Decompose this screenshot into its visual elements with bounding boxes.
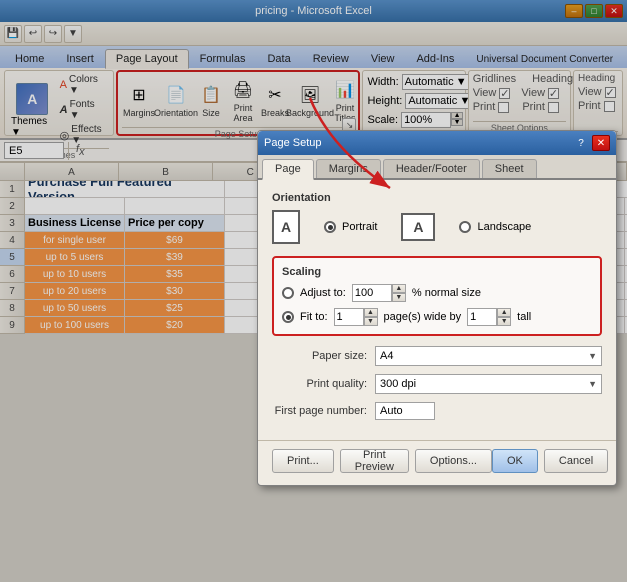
portrait-label: Portrait <box>342 221 377 233</box>
dialog-close-button[interactable]: ✕ <box>592 135 610 151</box>
dialog-title-buttons: ? ✕ <box>572 135 610 151</box>
fit-tall-down-button[interactable]: ▼ <box>497 317 511 326</box>
dialog-footer-left: Print... Print Preview Options... <box>272 449 492 473</box>
fit-to-radio[interactable] <box>282 311 294 323</box>
paper-size-arrow: ▼ <box>588 351 597 361</box>
landscape-radio[interactable] <box>459 221 471 233</box>
fit-wide-spinners: ▲ ▼ <box>364 308 378 326</box>
adjust-input-group: 100 ▲ ▼ <box>352 284 406 302</box>
print-quality-arrow: ▼ <box>588 379 597 389</box>
adjust-to-row: Adjust to: 100 ▲ ▼ % normal size <box>282 284 592 302</box>
print-quality-dropdown[interactable]: 300 dpi ▼ <box>375 374 602 394</box>
portrait-icon: A <box>272 210 300 244</box>
landscape-option[interactable]: A <box>401 213 435 241</box>
adjust-down-button[interactable]: ▼ <box>392 293 406 302</box>
fit-wide-input[interactable]: 1 <box>334 308 364 326</box>
dialog-footer-right: OK Cancel <box>492 449 608 473</box>
dialog-tab-margins[interactable]: Margins <box>316 159 381 178</box>
fit-wide-input-group: 1 ▲ ▼ <box>334 308 378 326</box>
dialog-footer: Print... Print Preview Options... OK Can… <box>258 440 616 485</box>
options-button[interactable]: Options... <box>415 449 492 473</box>
first-page-label: First page number: <box>272 405 367 417</box>
first-page-input[interactable]: Auto <box>375 402 435 420</box>
cancel-button[interactable]: Cancel <box>544 449 608 473</box>
dialog-titlebar: Page Setup ? ✕ <box>258 131 616 155</box>
fit-tall-input[interactable]: 1 <box>467 308 497 326</box>
paper-size-row: Paper size: A4 ▼ <box>272 346 602 366</box>
scaling-section-label: Scaling <box>282 266 592 278</box>
scaling-section: Scaling Adjust to: 100 ▲ ▼ % normal size <box>272 256 602 336</box>
fit-wide-up-button[interactable]: ▲ <box>364 308 378 317</box>
fit-tall-unit: tall <box>517 311 531 323</box>
fit-tall-input-group: 1 ▲ ▼ <box>467 308 511 326</box>
dialog-title: Page Setup <box>264 137 322 149</box>
fit-to-radio-inner <box>286 315 291 320</box>
dialog-tab-page[interactable]: Page <box>262 159 314 180</box>
dialog-tabs: Page Margins Header/Footer Sheet <box>258 155 616 180</box>
landscape-radio-option[interactable]: Landscape <box>459 221 531 233</box>
adjust-to-radio[interactable] <box>282 287 294 299</box>
fit-to-label: Fit to: <box>300 311 328 323</box>
adjust-spinners: ▲ ▼ <box>392 284 406 302</box>
fit-tall-up-button[interactable]: ▲ <box>497 308 511 317</box>
print-button[interactable]: Print... <box>272 449 334 473</box>
ok-button[interactable]: OK <box>492 449 538 473</box>
landscape-label: Landscape <box>477 221 531 233</box>
adjust-to-label: Adjust to: <box>300 287 346 299</box>
print-quality-label: Print quality: <box>272 378 367 390</box>
page-setup-dialog: Page Setup ? ✕ Page Margins Header/Foote… <box>257 130 617 486</box>
dialog-help-button[interactable]: ? <box>572 135 590 151</box>
dialog-tab-headerfooter[interactable]: Header/Footer <box>383 159 480 178</box>
fit-wide-unit: page(s) wide by <box>384 311 462 323</box>
fit-tall-spinners: ▲ ▼ <box>497 308 511 326</box>
orientation-row: A Portrait A Landscape <box>272 210 602 244</box>
dialog-tab-sheet[interactable]: Sheet <box>482 159 537 178</box>
paper-size-dropdown[interactable]: A4 ▼ <box>375 346 602 366</box>
portrait-radio[interactable] <box>324 221 336 233</box>
dialog-overlay: Page Setup ? ✕ Page Margins Header/Foote… <box>0 0 627 582</box>
landscape-icon: A <box>401 213 435 241</box>
portrait-radio-inner <box>328 225 333 230</box>
adjust-up-button[interactable]: ▲ <box>392 284 406 293</box>
adjust-to-unit: % normal size <box>412 287 481 299</box>
first-page-row: First page number: Auto <box>272 402 602 420</box>
portrait-radio-option[interactable]: Portrait <box>324 221 377 233</box>
print-quality-row: Print quality: 300 dpi ▼ <box>272 374 602 394</box>
dialog-body: Orientation A Portrait A Landscape <box>258 180 616 440</box>
fit-to-row: Fit to: 1 ▲ ▼ page(s) wide by 1 <box>282 308 592 326</box>
orientation-section-label: Orientation <box>272 192 602 204</box>
portrait-option[interactable]: A <box>272 210 300 244</box>
adjust-input[interactable]: 100 <box>352 284 392 302</box>
paper-size-label: Paper size: <box>272 350 367 362</box>
print-preview-button[interactable]: Print Preview <box>340 449 409 473</box>
fit-wide-down-button[interactable]: ▼ <box>364 317 378 326</box>
